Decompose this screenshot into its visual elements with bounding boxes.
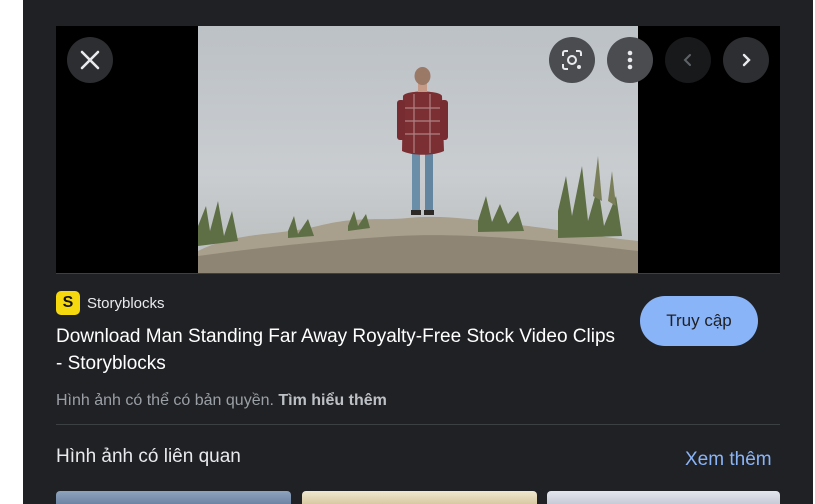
chevron-left-icon [683, 54, 691, 66]
image-preview-panel: S Storyblocks Download Man Standing Far … [23, 0, 813, 504]
related-thumbnail[interactable] [56, 491, 291, 504]
source-name[interactable]: Storyblocks [87, 295, 165, 312]
related-images-heading: Hình ảnh có liên quan [56, 446, 241, 467]
copyright-notice: Hình ảnh có thể có bản quyền. Tìm hiểu t… [56, 392, 387, 410]
lens-search-button[interactable] [549, 37, 595, 83]
logo-letter: S [62, 294, 74, 311]
visit-button[interactable]: Truy cập [640, 296, 758, 346]
previous-image-button[interactable] [665, 37, 711, 83]
close-button[interactable] [67, 37, 113, 83]
chevron-right-icon [742, 53, 751, 67]
more-options-button[interactable] [607, 37, 653, 83]
learn-more-link[interactable]: Tìm hiểu thêm [278, 392, 386, 409]
related-thumbnail[interactable] [302, 491, 537, 504]
copyright-text: Hình ảnh có thể có bản quyền. [56, 392, 274, 409]
related-thumbnail[interactable] [547, 491, 780, 504]
storyblocks-logo-icon: S [56, 291, 80, 315]
source-link[interactable]: S Storyblocks [56, 291, 165, 315]
close-icon [80, 50, 100, 70]
next-image-button[interactable] [723, 37, 769, 83]
divider [56, 273, 780, 274]
see-more-link[interactable]: Xem thêm [685, 449, 772, 471]
result-title[interactable]: Download Man Standing Far Away Royalty-F… [56, 323, 626, 377]
lens-search-icon [562, 50, 582, 70]
more-vertical-icon [627, 50, 633, 70]
image-viewer [56, 26, 780, 273]
divider [56, 424, 780, 425]
